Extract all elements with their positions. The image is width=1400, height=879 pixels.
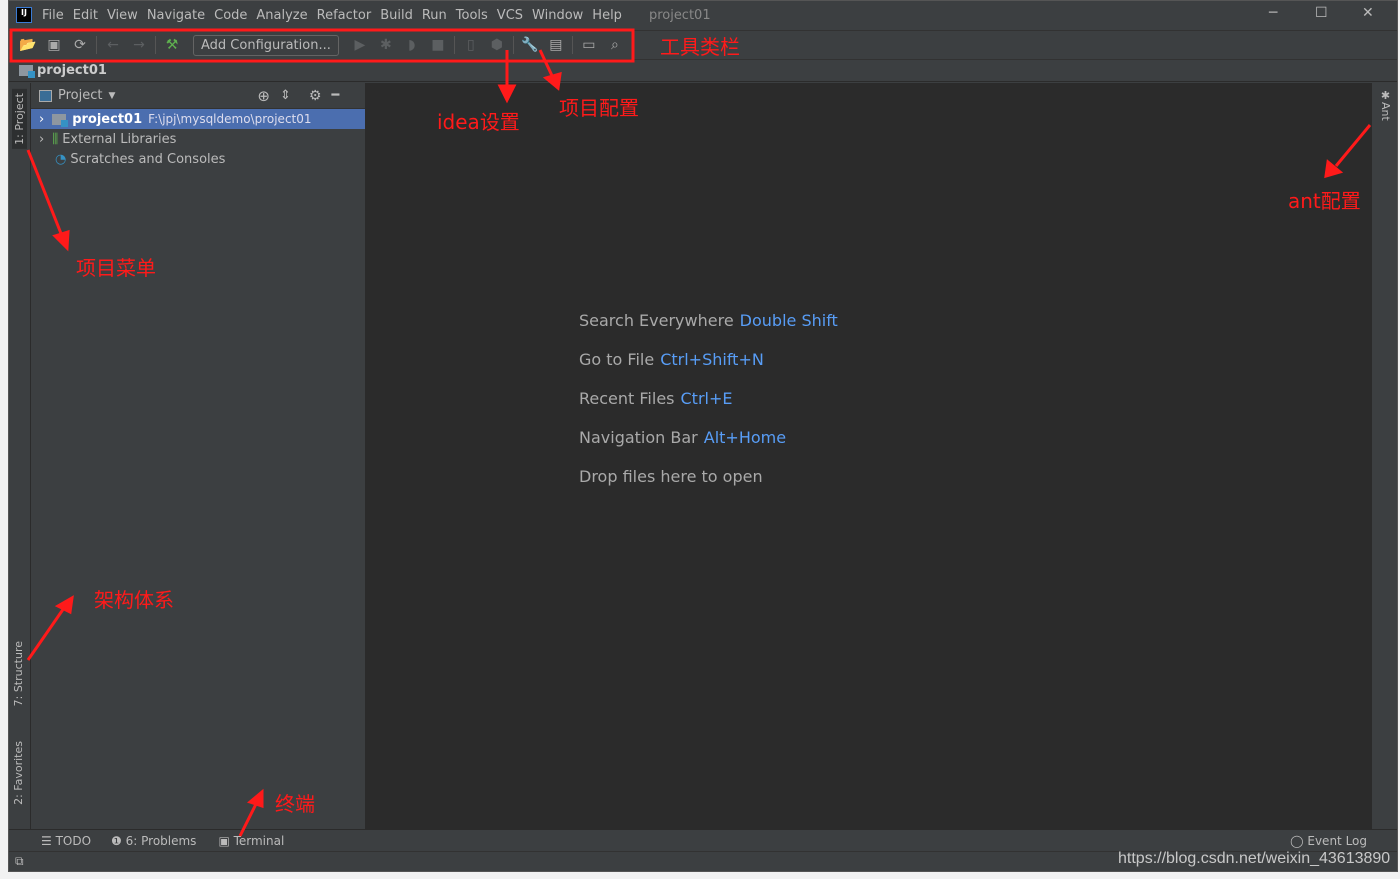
annotation-idea-settings: idea设置: [437, 110, 520, 134]
annotation-ant-config: ant配置: [1288, 189, 1361, 213]
annotation-overlay: [9, 28, 1372, 837]
annotation-project-config: 项目配置: [559, 96, 639, 120]
toolbar-highlight: [9, 28, 635, 63]
annotation-toolbar: 工具类栏: [660, 35, 740, 59]
annotation-terminal: 终端: [275, 792, 315, 816]
annotation-arrows: [26, 49, 1372, 837]
annotation-structure: 架构体系: [94, 588, 174, 612]
annotation-project-menu: 项目菜单: [76, 256, 156, 280]
